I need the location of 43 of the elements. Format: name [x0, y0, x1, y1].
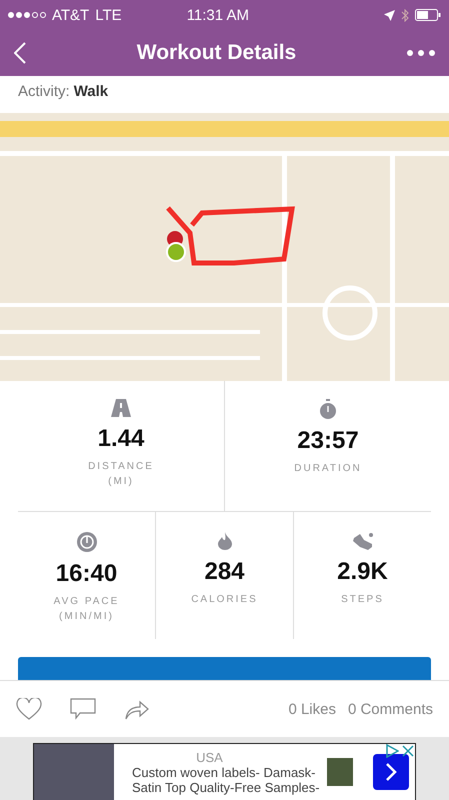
- ad-text: Custom woven labels- Damask-: [132, 764, 317, 780]
- stat-value: 2.9K: [337, 558, 388, 586]
- stat-label: DURATION: [294, 463, 362, 474]
- stat-label: AVG PACE: [54, 596, 120, 607]
- activity-label: Activity:: [18, 82, 70, 100]
- screen-title: Workout Details: [136, 41, 296, 65]
- adchoices-icon[interactable]: [385, 744, 399, 758]
- location-arrow-icon: [384, 10, 395, 20]
- stat-value: 23:57: [297, 427, 359, 455]
- stat-value: 16:40: [56, 560, 118, 588]
- close-icon[interactable]: [401, 744, 415, 758]
- share-button[interactable]: [124, 698, 150, 720]
- ad-text: USA: [195, 750, 224, 764]
- stat-label: DISTANCE: [88, 461, 154, 472]
- comment-button[interactable]: [70, 698, 96, 720]
- activity-value: Walk: [74, 82, 108, 100]
- photo-placeholder: [327, 758, 353, 786]
- stat-unit: (MIN/MI): [59, 611, 114, 622]
- flame-icon: [218, 532, 232, 550]
- comments-count[interactable]: 0 Comments: [348, 700, 433, 718]
- chevron-icon: [385, 762, 397, 782]
- stat-label: CALORIES: [191, 594, 258, 605]
- ad-text: Satin Top Quality-Free Samples-: [132, 780, 321, 794]
- bluetooth-icon: [401, 8, 409, 22]
- likes-count[interactable]: 0 Likes: [288, 700, 336, 718]
- signal-icon: [8, 12, 46, 18]
- ad-open-button[interactable]: [373, 754, 409, 790]
- gauge-icon: [76, 532, 96, 552]
- clock: 11:31 AM: [186, 6, 250, 24]
- battery-icon: [415, 9, 441, 21]
- road-icon: [111, 399, 131, 417]
- stat-label: STEPS: [341, 594, 384, 605]
- ad-banner[interactable]: USA Custom woven labels- Damask- Satin Top Quality-Free Samples-: [33, 743, 416, 800]
- stat-value: 284: [204, 558, 245, 586]
- stat-unit: (MI): [108, 476, 134, 487]
- stopwatch-icon: [319, 399, 337, 419]
- more-button[interactable]: [407, 50, 435, 56]
- shoe-icon: [352, 532, 374, 550]
- carrier-label: AT&T: [52, 6, 90, 24]
- like-button[interactable]: [16, 698, 42, 720]
- stat-value: 1.44: [98, 425, 144, 453]
- network-label: LTE: [95, 6, 122, 24]
- back-button[interactable]: [14, 42, 26, 64]
